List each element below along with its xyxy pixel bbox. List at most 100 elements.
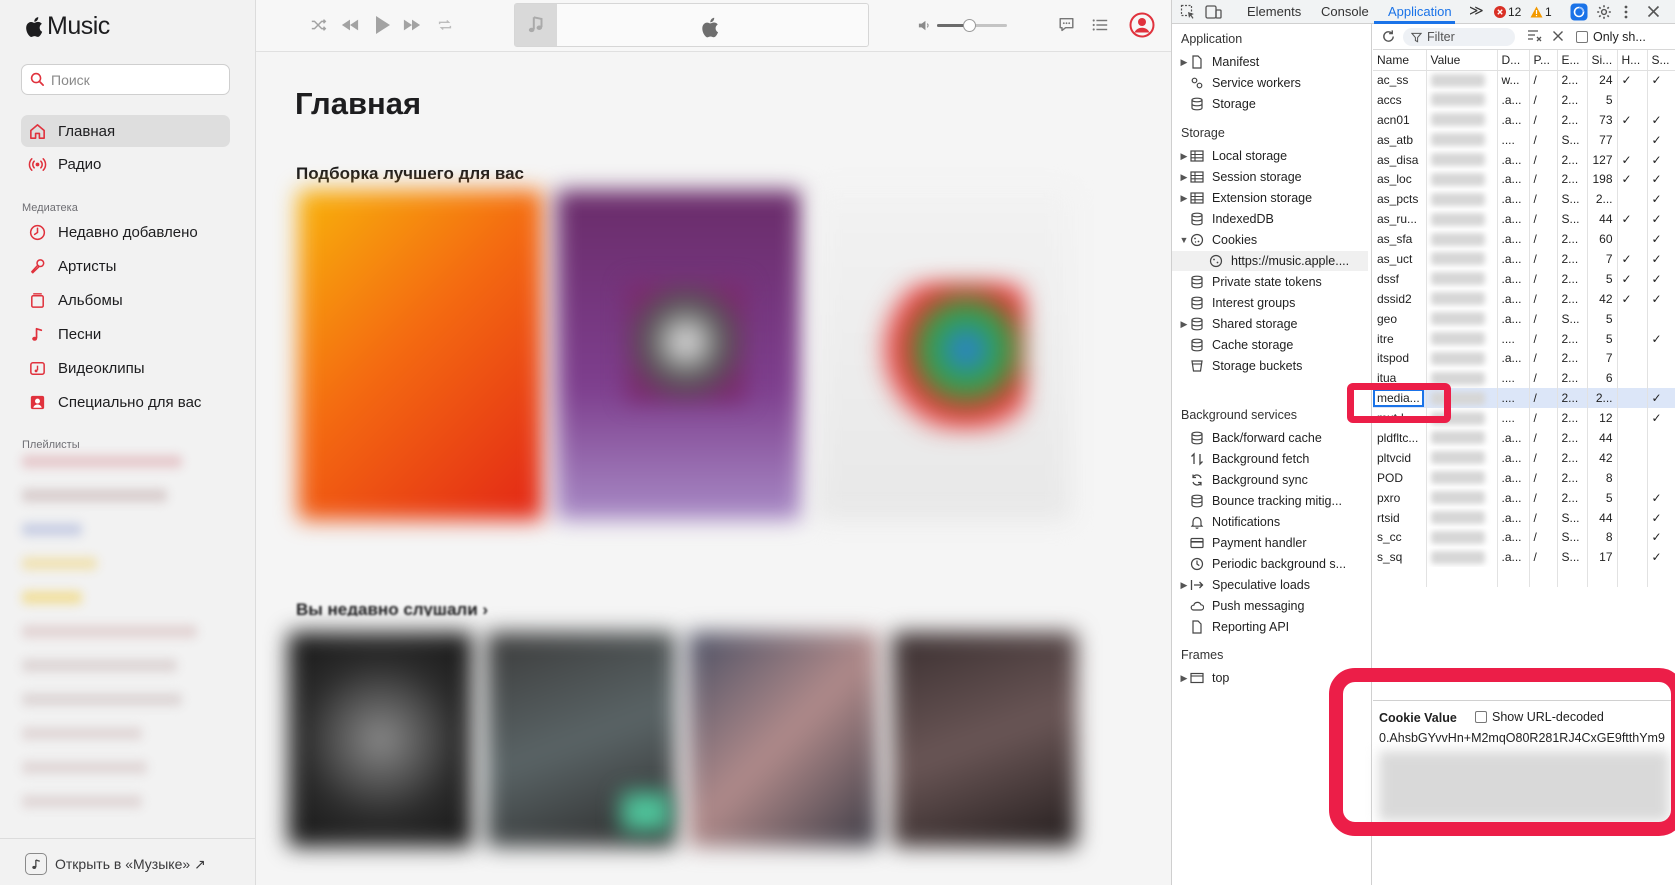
table-row[interactable]: as_sfa .a.../2... 60 ✓ [1373, 229, 1675, 250]
recent-card-4[interactable] [892, 632, 1077, 847]
tree-item-indexeddb[interactable]: IndexedDB [1190, 209, 1274, 229]
table-row[interactable]: as_ru... .a... / S... 44 ✓ ✓ [1373, 209, 1675, 230]
tree-item-service-workers[interactable]: Service workers [1190, 73, 1301, 93]
repeat-icon[interactable] [436, 16, 454, 34]
table-row[interactable]: POD .a.../2... 8 [1373, 467, 1675, 488]
top-pick-card-1[interactable] [298, 190, 543, 520]
tab-application[interactable]: Application [1388, 4, 1452, 19]
table-row[interactable]: as_disa .a.../2... 127 ✓ ✓ [1373, 149, 1675, 170]
table-row[interactable]: mut-l......./2... 12 ✓ [1373, 408, 1675, 429]
column-header-path[interactable]: P... [1529, 50, 1558, 71]
shuffle-icon[interactable] [310, 16, 328, 34]
more-tabs-button[interactable]: ≫ [1469, 2, 1484, 19]
filter-input[interactable] [1427, 30, 1507, 44]
tree-item-shared-storage[interactable]: ▶ Shared storage [1178, 314, 1298, 334]
table-row[interactable]: pldfltc... .a.../2... 44 [1373, 428, 1675, 448]
extension-icon[interactable] [1570, 3, 1588, 21]
tree-item-back-forward-cache[interactable]: Back/forward cache [1190, 428, 1322, 448]
expand-arrow-icon[interactable]: ▶ [1178, 57, 1190, 68]
device-toolbar-icon[interactable] [1205, 4, 1222, 20]
tab-elements[interactable]: Elements [1247, 4, 1301, 19]
tree-item-cookie-origin[interactable]: https://music.apple.... [1172, 251, 1368, 271]
tree-item-cookies[interactable]: ▼ Cookies [1178, 230, 1258, 250]
table-row[interactable]: s_sq .a... / S... 17 ✓ [1373, 547, 1675, 568]
table-row[interactable]: itua..../2... 6 [1373, 368, 1675, 389]
tree-item-private-state-tokens[interactable]: Private state tokens [1190, 272, 1322, 292]
expand-arrow-icon[interactable]: ▶ [1178, 673, 1190, 684]
section-title-recent[interactable]: Вы недавно слушали › [296, 600, 488, 616]
search-box[interactable] [21, 64, 230, 95]
expand-arrow-icon[interactable]: ▶ [1178, 193, 1190, 204]
section-title-top-picks[interactable]: Подборка лучшего для вас [296, 164, 524, 184]
play-icon[interactable] [374, 14, 392, 36]
column-header-name[interactable]: Name [1373, 50, 1427, 71]
column-header-domain[interactable]: D... [1497, 50, 1530, 71]
table-row[interactable]: itre..../2... 5 ✓ [1373, 328, 1675, 349]
cookie-name-editor[interactable]: media... [1373, 389, 1424, 408]
tree-item-background-sync[interactable]: Background sync [1190, 470, 1308, 490]
column-header-value[interactable]: Value [1426, 50, 1498, 71]
column-header-size[interactable]: Si... [1587, 50, 1618, 71]
tree-item-frame-top[interactable]: ▶ top [1178, 668, 1230, 688]
clear-filtered-icon[interactable] [1527, 29, 1543, 43]
kebab-menu-icon[interactable] [1623, 4, 1629, 20]
warning-counter[interactable]: 1 [1530, 5, 1552, 19]
refresh-icon[interactable] [1381, 29, 1396, 44]
previous-icon[interactable] [339, 16, 361, 34]
tree-item-extension-storage[interactable]: ▶ Extension storage [1178, 188, 1313, 208]
lyrics-icon[interactable] [1057, 16, 1076, 34]
table-row[interactable]: geo .a... / S... 5 [1373, 308, 1675, 329]
sidebar-item-albums[interactable]: Альбомы [21, 284, 230, 316]
tree-item-cache-storage[interactable]: Cache storage [1190, 335, 1293, 355]
column-header-expires[interactable]: E... [1557, 50, 1588, 71]
expand-arrow-icon[interactable]: ▶ [1178, 172, 1190, 183]
tab-console[interactable]: Console [1321, 4, 1369, 19]
table-row[interactable]: s_cc .a... / S... 8 ✓ [1373, 527, 1675, 548]
delete-all-icon[interactable] [1552, 30, 1564, 42]
recent-card-1[interactable] [288, 632, 473, 847]
sidebar-item-made-for-you[interactable]: Специально для вас [21, 386, 230, 418]
table-row[interactable]: accs .a.../2... 5 [1373, 89, 1675, 110]
only-show-issues-toggle[interactable]: Only sh... [1576, 30, 1646, 44]
cookie-value-text[interactable]: 0.AhsbGYvvHn+M2mqO80R281RJ4CxGE9ftthYm9 [1379, 731, 1675, 745]
table-row[interactable]: as_pcts .a... / S... 2... ✓ [1373, 189, 1675, 210]
tree-item-background-fetch[interactable]: Background fetch [1190, 449, 1309, 469]
inspect-element-icon[interactable] [1180, 4, 1196, 20]
table-row[interactable]: media......./2... 2... ✓ [1373, 388, 1675, 409]
expand-arrow-icon[interactable]: ▶ [1178, 319, 1190, 330]
collapse-arrow-icon[interactable]: ▼ [1178, 235, 1190, 245]
table-row[interactable]: dssid2 .a.../2... 42 ✓ ✓ [1373, 288, 1675, 309]
table-row[interactable]: as_loc .a.../2... 198 ✓ ✓ [1373, 169, 1675, 190]
close-devtools-icon[interactable] [1647, 5, 1660, 18]
expand-arrow-icon[interactable]: ▶ [1178, 580, 1190, 591]
table-row[interactable]: pxro .a.../2... 5 ✓ [1373, 487, 1675, 508]
open-in-music-link[interactable]: Открыть в «Музыке» ↗ [25, 853, 206, 875]
show-url-decoded-checkbox[interactable] [1475, 711, 1487, 723]
sidebar-item-home[interactable]: Главная [21, 115, 230, 147]
sidebar-item-artists[interactable]: Артисты [21, 250, 230, 282]
tree-item-notifications[interactable]: Notifications [1190, 512, 1280, 532]
table-row[interactable]: rtsid .a... / S... 44 ✓ [1373, 507, 1675, 528]
gear-icon[interactable] [1596, 4, 1612, 20]
tree-item-reporting-api[interactable]: Reporting API [1190, 617, 1289, 637]
brand[interactable]: Music [25, 12, 110, 41]
table-row[interactable]: dssf .a.../2... 5 ✓ ✓ [1373, 268, 1675, 289]
sidebar-item-recently-added[interactable]: Недавно добавлено [21, 216, 230, 248]
tree-item-session-storage[interactable]: ▶ Session storage [1178, 167, 1302, 187]
table-row[interactable]: pltvcid .a.../2... 42 [1373, 447, 1675, 468]
tree-item-manifest[interactable]: ▶ Manifest [1178, 52, 1260, 72]
table-row[interactable]: itspod .a.../2... 7 [1373, 348, 1675, 369]
column-header-httponly[interactable]: H... [1617, 50, 1648, 71]
tree-item-bounce-tracking[interactable]: Bounce tracking mitig... [1190, 491, 1342, 511]
only-show-checkbox[interactable] [1576, 31, 1588, 43]
table-row[interactable]: ac_ss w.../2... 24 ✓ ✓ [1373, 70, 1675, 90]
volume-knob[interactable] [962, 19, 976, 32]
column-header-secure[interactable]: S... [1647, 50, 1675, 71]
table-row[interactable]: as_atb.... / S... 77 ✓ [1373, 129, 1675, 150]
volume-slider[interactable] [937, 19, 1007, 32]
expand-arrow-icon[interactable]: ▶ [1178, 151, 1190, 162]
account-icon[interactable] [1129, 12, 1155, 38]
queue-list-icon[interactable] [1091, 16, 1109, 34]
show-url-decoded-toggle[interactable]: Show URL-decoded [1475, 710, 1604, 724]
tree-item-interest-groups[interactable]: Interest groups [1190, 293, 1295, 313]
